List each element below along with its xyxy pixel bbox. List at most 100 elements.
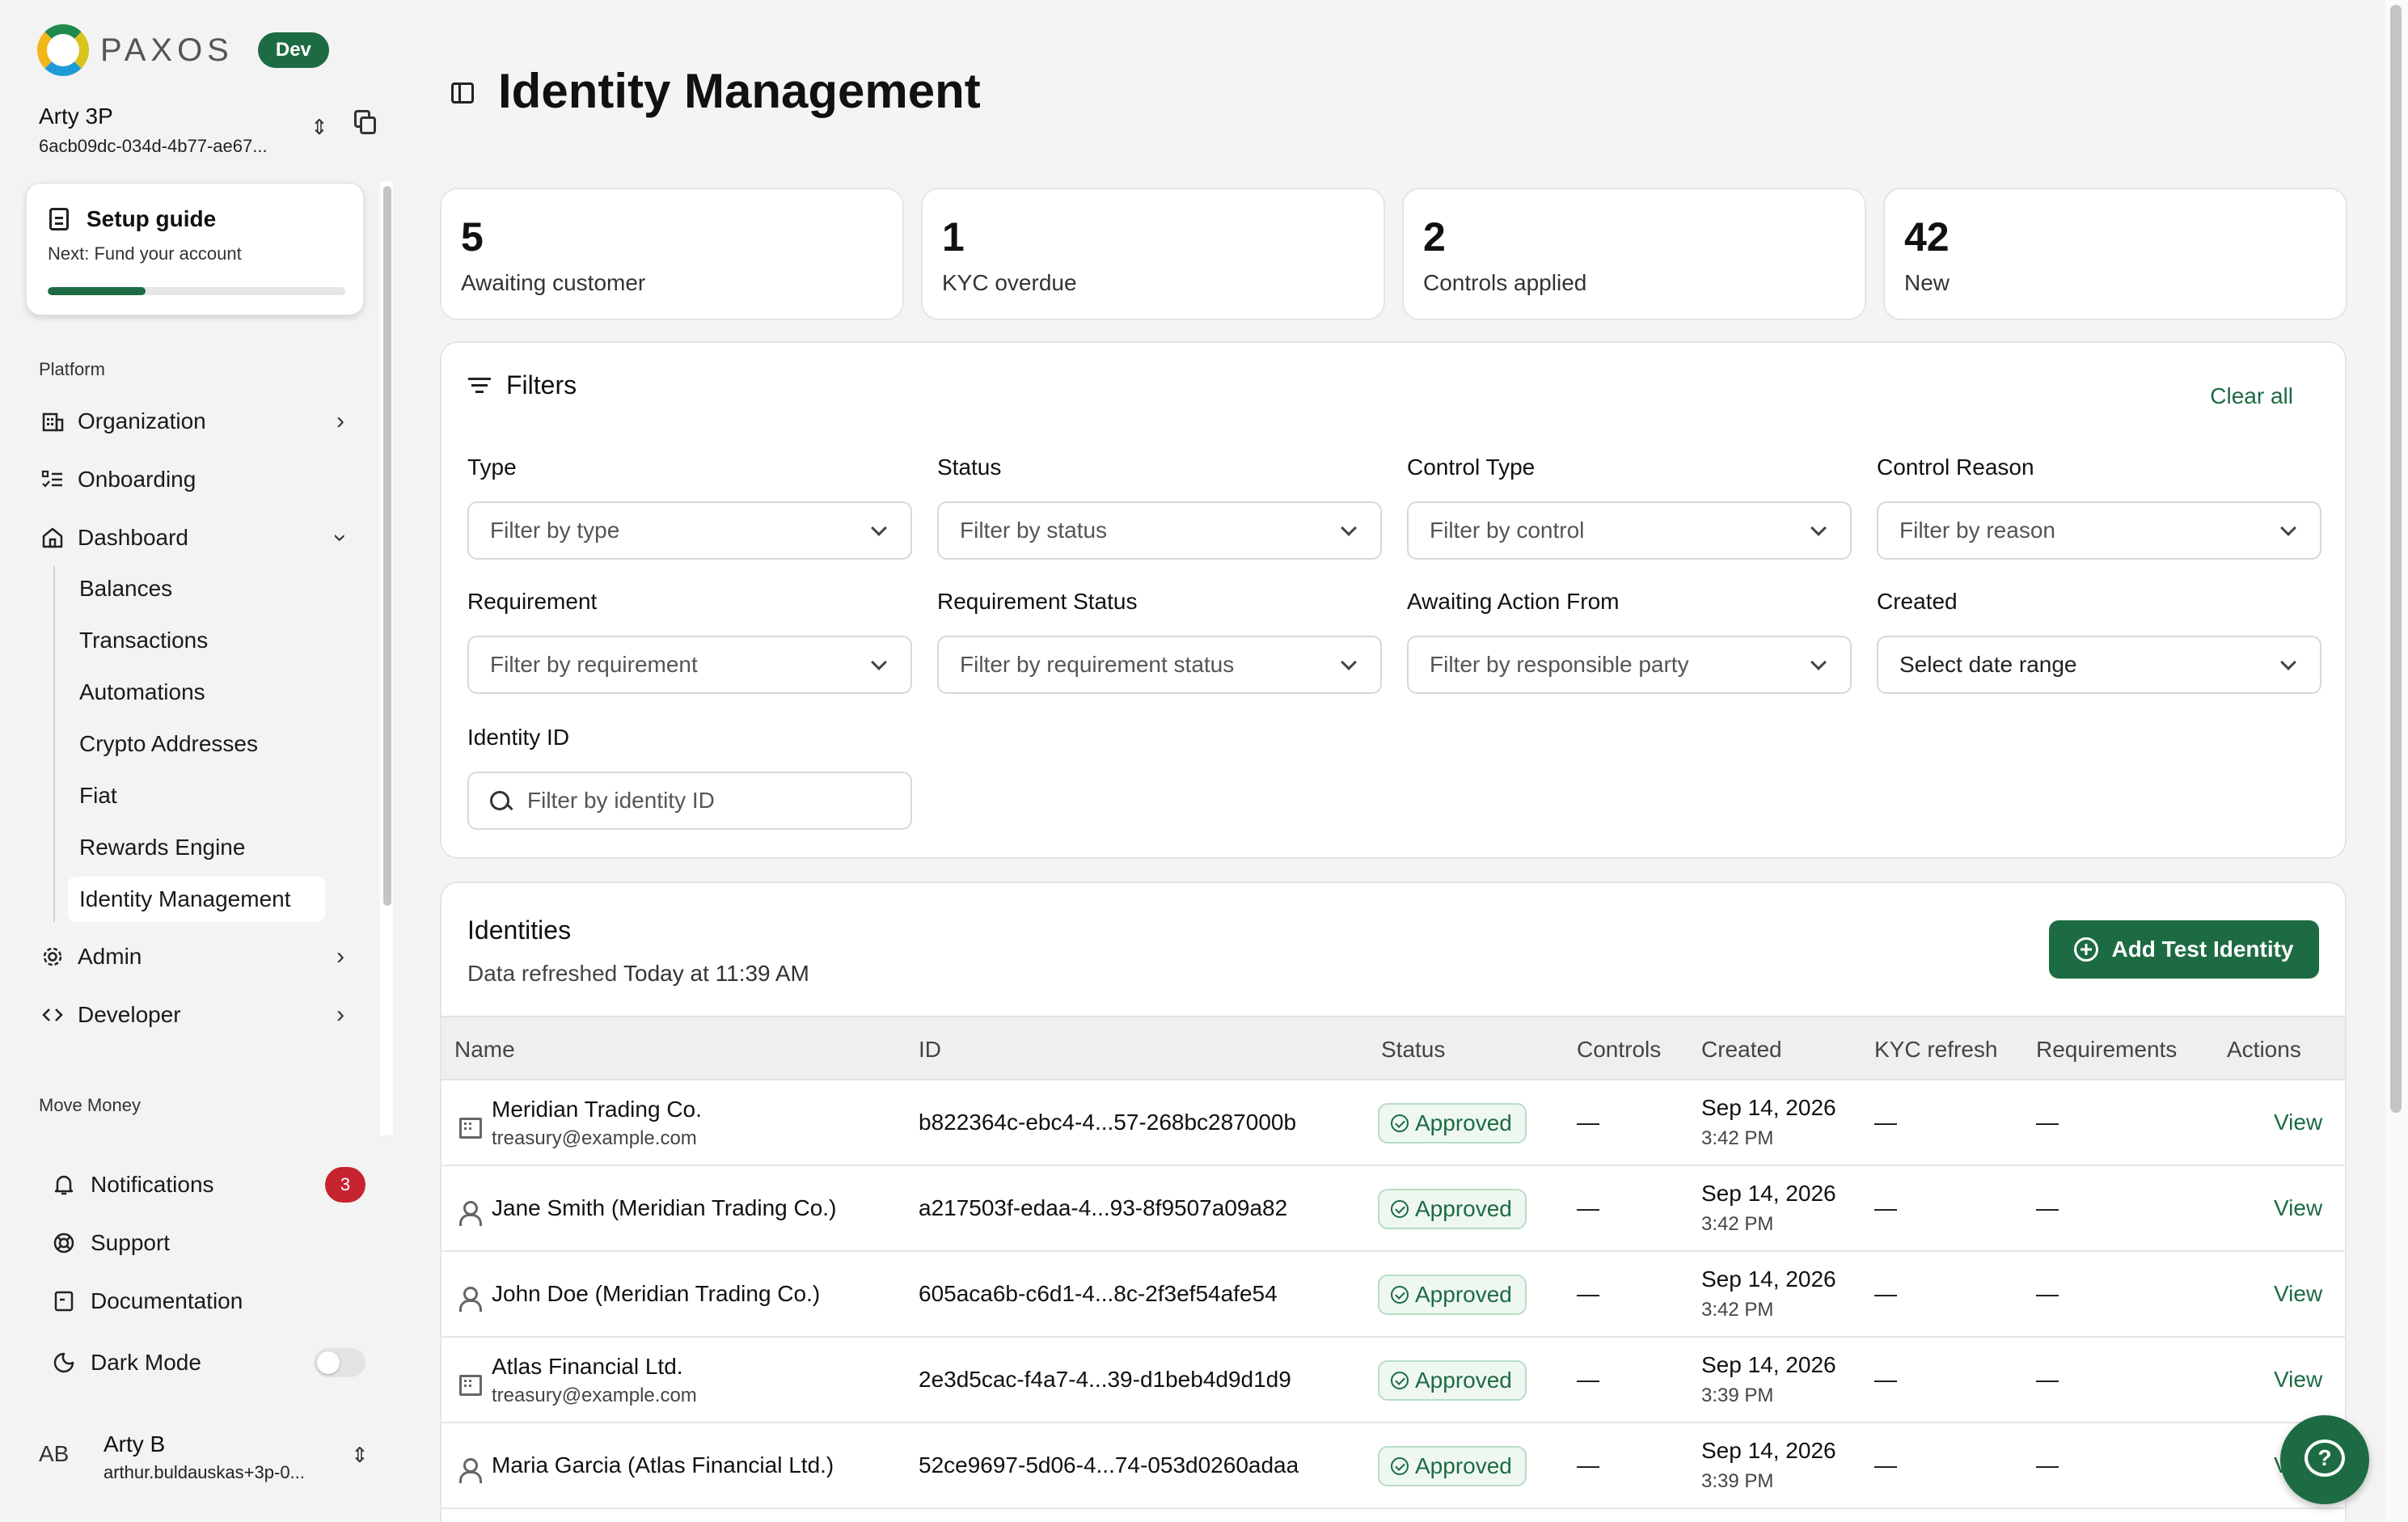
account-id: 6acb09dc-034d-4b77-ae67... <box>39 136 268 156</box>
user-email: arthur.buldauskas+3p-0... <box>104 1462 305 1482</box>
type-select[interactable]: Filter by type <box>467 501 912 560</box>
chevron-down-icon: › <box>327 534 354 542</box>
column-header-created[interactable]: Created <box>1701 1037 1782 1063</box>
table-row[interactable]: Atlas Financial Ltd. treasury@example.co… <box>441 1338 2345 1423</box>
home-icon <box>39 524 66 552</box>
section-label-platform: Platform <box>39 359 105 379</box>
gear-icon <box>39 943 66 970</box>
sidebar-item-label: Support <box>91 1230 171 1255</box>
chevron-up-down-icon: ⇕ <box>351 1443 369 1467</box>
sidebar-item-automations[interactable]: Automations <box>68 670 325 715</box>
stat-card-controls-applied[interactable]: 2 Controls applied <box>1402 188 1866 320</box>
filter-label-awaiting-action: Awaiting Action From <box>1407 589 1620 614</box>
created-date-range-select[interactable]: Select date range <box>1877 636 2321 694</box>
setup-guide-card[interactable]: Setup guide Next: Fund your account <box>26 183 364 315</box>
identities-title: Identities <box>467 915 572 945</box>
copy-icon[interactable] <box>354 110 376 134</box>
stat-label: KYC overdue <box>942 270 1077 295</box>
sidebar-toggle-icon[interactable] <box>451 82 474 104</box>
identity-name: Meridian Trading Co. <box>492 1097 702 1122</box>
status-select[interactable]: Filter by status <box>937 501 1382 560</box>
select-placeholder: Filter by reason <box>1899 518 2055 543</box>
table-row[interactable]: Maria Garcia (Atlas Financial Ltd.) 52ce… <box>441 1423 2345 1509</box>
code-icon <box>39 1001 66 1029</box>
created-time: 3:39 PM <box>1701 1385 1774 1406</box>
sidebar-item-balances[interactable]: Balances <box>68 566 325 611</box>
control-reason-select[interactable]: Filter by reason <box>1877 501 2321 560</box>
sidebar-item-admin[interactable]: Admin › <box>39 933 356 980</box>
sidebar-item-notifications[interactable]: Notifications 3 <box>50 1161 365 1208</box>
building-icon <box>39 408 66 435</box>
controls-value: — <box>1577 1110 1599 1135</box>
identity-email: treasury@example.com <box>492 1127 697 1149</box>
sidebar-item-crypto-addresses[interactable]: Crypto Addresses <box>68 721 325 767</box>
filter-label-created: Created <box>1877 589 1958 614</box>
setup-guide-next: Next: Fund your account <box>48 243 242 264</box>
control-type-select[interactable]: Filter by control <box>1407 501 1852 560</box>
chevron-right-icon: › <box>336 1001 344 1028</box>
submenu-guide-line <box>53 566 55 922</box>
sidebar-item-transactions[interactable]: Transactions <box>68 618 325 663</box>
help-chat-button[interactable]: ? <box>2280 1415 2369 1504</box>
person-icon <box>456 1199 482 1226</box>
identity-id-search-input[interactable]: Filter by identity ID <box>467 772 912 830</box>
filter-icon <box>467 376 492 395</box>
sidebar-item-documentation[interactable]: Documentation <box>50 1278 365 1325</box>
chevron-down-icon <box>1810 654 1827 670</box>
page-scroll-thumb[interactable] <box>2390 5 2402 1113</box>
chevron-down-icon <box>1341 654 1357 670</box>
sidebar-item-dashboard[interactable]: Dashboard › <box>39 514 356 561</box>
stat-label: New <box>1904 270 1950 295</box>
sidebar-item-developer[interactable]: Developer › <box>39 991 356 1038</box>
filter-label-identity-id: Identity ID <box>467 725 570 750</box>
column-header-kyc-refresh[interactable]: KYC refresh <box>1874 1037 1998 1063</box>
stat-label: Awaiting customer <box>461 270 646 295</box>
sidebar-item-organization[interactable]: Organization › <box>39 398 356 445</box>
column-header-id[interactable]: ID <box>919 1037 941 1063</box>
view-link[interactable]: View <box>2274 1367 2322 1393</box>
view-link[interactable]: View <box>2274 1281 2322 1307</box>
chevron-down-icon <box>871 654 887 670</box>
identity-id: 2e3d5cac-f4a7-4...39-d1beb4d9d1d9 <box>919 1367 1291 1392</box>
awaiting-action-select[interactable]: Filter by responsible party <box>1407 636 1852 694</box>
plus-circle-icon <box>2074 937 2099 962</box>
column-header-controls[interactable]: Controls <box>1577 1037 1661 1063</box>
sidebar-item-label: Organization <box>78 408 206 433</box>
column-header-status[interactable]: Status <box>1381 1037 1445 1063</box>
view-link[interactable]: View <box>2274 1195 2322 1221</box>
view-link[interactable]: View <box>2274 1110 2322 1135</box>
identity-id: b822364c-ebc4-4...57-268bc287000b <box>919 1110 1297 1135</box>
identities-card: Identities Data refreshed Today at 11:39… <box>440 881 2347 1522</box>
table-row[interactable]: Meridian Trading Co. treasury@example.co… <box>441 1080 2345 1166</box>
filters-card: Filters Clear all Type Filter by type St… <box>440 341 2347 859</box>
sidebar-item-rewards-engine[interactable]: Rewards Engine <box>68 825 325 870</box>
created-time: 3:42 PM <box>1701 1127 1774 1149</box>
sidebar-item-onboarding[interactable]: Onboarding <box>39 456 356 503</box>
table-row[interactable]: John Doe (Meridian Trading Co.) 605aca6b… <box>441 1252 2345 1338</box>
sidebar-item-identity-management[interactable]: Identity Management <box>68 877 325 922</box>
stat-card-awaiting-customer[interactable]: 5 Awaiting customer <box>440 188 904 320</box>
setup-progress-bar <box>48 287 345 295</box>
column-header-requirements[interactable]: Requirements <box>2036 1037 2177 1063</box>
filters-header: Filters <box>467 370 577 400</box>
user-menu[interactable]: AB Arty B arthur.buldauskas+3p-0... ⇕ <box>39 1427 378 1491</box>
controls-value: — <box>1577 1281 1599 1306</box>
chevron-down-icon <box>2280 520 2296 536</box>
chevron-up-down-icon[interactable]: ⇕ <box>311 115 328 140</box>
dark-mode-toggle[interactable] <box>314 1348 365 1377</box>
requirement-status-select[interactable]: Filter by requirement status <box>937 636 1382 694</box>
requirement-select[interactable]: Filter by requirement <box>467 636 912 694</box>
stat-value: 5 <box>461 214 484 260</box>
chevron-right-icon: › <box>336 943 344 970</box>
sidebar-item-fiat[interactable]: Fiat <box>68 773 325 818</box>
column-header-name[interactable]: Name <box>454 1037 515 1063</box>
clear-all-button[interactable]: Clear all <box>2210 383 2293 409</box>
add-test-identity-button[interactable]: Add Test Identity <box>2049 920 2319 979</box>
stat-card-new[interactable]: 42 New <box>1883 188 2347 320</box>
button-label: Add Test Identity <box>2111 936 2294 962</box>
stat-card-kyc-overdue[interactable]: 1 KYC overdue <box>921 188 1385 320</box>
sidebar-scroll-thumb[interactable] <box>383 186 391 906</box>
table-row[interactable]: Jane Smith (Meridian Trading Co.) a21750… <box>441 1166 2345 1252</box>
sidebar-item-support[interactable]: Support <box>50 1220 365 1266</box>
created-time: 3:39 PM <box>1701 1470 1774 1492</box>
